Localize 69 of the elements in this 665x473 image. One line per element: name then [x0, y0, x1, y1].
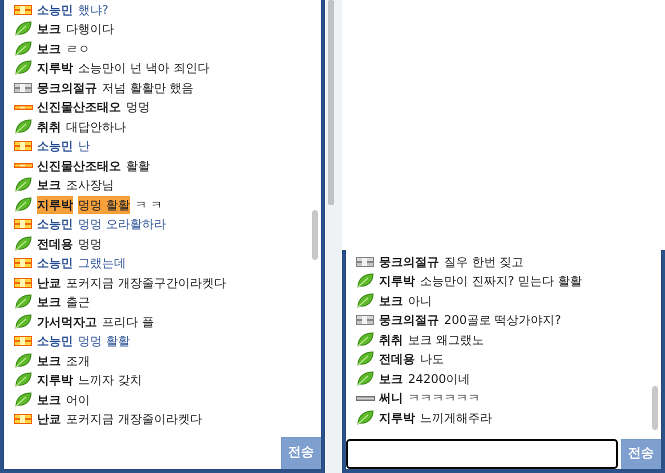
- sender-name: 보크: [37, 40, 61, 58]
- sender-name: 뭉크의절규: [379, 312, 439, 330]
- message-text: 멍멍 활활: [78, 333, 130, 350]
- sender-name: 써니: [379, 390, 403, 408]
- sender-name: 소능민: [37, 2, 73, 19]
- message-text: 출근: [66, 294, 90, 312]
- message-text: 어이: [66, 392, 90, 409]
- message-text: 조사장님: [66, 177, 114, 194]
- sender-name: 지루박: [379, 273, 415, 290]
- sender-name: 지루박: [37, 60, 73, 78]
- chat-input[interactable]: [346, 439, 618, 469]
- sender-name: 지루박: [37, 196, 73, 214]
- message-text: 느끼게해주라: [420, 410, 492, 427]
- message-text: 프리다 플: [102, 314, 154, 331]
- send-button[interactable]: 전송: [621, 439, 661, 469]
- sender-name: 취취: [379, 332, 403, 349]
- message-text: 했냐?: [78, 2, 108, 19]
- message-text: 멍멍: [78, 236, 102, 253]
- message-text: 그랬는데: [78, 255, 126, 272]
- message-text: 200골로 떡상가야지?: [444, 312, 562, 330]
- message-text: 아니: [408, 292, 432, 310]
- message-text: 포커지금 개장줄이라켓다: [66, 411, 202, 428]
- message-text: ㅋ ㅋ: [134, 196, 163, 214]
- message-text: 다행이다: [66, 21, 114, 38]
- sender-name: 난쿄: [37, 411, 61, 428]
- sender-name: 뭉크의절규: [37, 80, 97, 97]
- message-text: ㅋㅋㅋㅋㅋㅋ: [408, 390, 480, 408]
- sender-name: 신진물산조태오: [37, 99, 121, 116]
- sender-name: 보크: [379, 292, 403, 310]
- sender-name: 취취: [37, 118, 61, 136]
- sender-name: 보크: [37, 352, 61, 370]
- message-text: 질우 한번 짖고: [444, 254, 524, 271]
- message-text: 느끼자 갖치: [78, 372, 142, 390]
- message-text: 소능만이 넌 낵아 죄인다: [78, 60, 210, 78]
- message-text: 활활: [126, 158, 150, 175]
- sender-name: 보크: [37, 294, 61, 312]
- sender-name: 뭉크의절규: [379, 254, 439, 271]
- message-text: 멍멍: [126, 99, 150, 116]
- sender-name: 전데용: [379, 351, 415, 368]
- send-button[interactable]: 전송: [281, 437, 321, 469]
- sender-name: 신진물산조태오: [37, 158, 121, 175]
- sender-name: 보크: [37, 392, 61, 409]
- sender-name: 보크: [379, 370, 403, 388]
- message-text: ㄹㅇ: [66, 40, 90, 58]
- message-text: 대답안하나: [66, 118, 126, 136]
- sender-name: 보크: [37, 21, 61, 38]
- message-text: 포커지금 개장줄구간이라켓다: [66, 274, 226, 292]
- scroll-thumb[interactable]: [312, 210, 318, 260]
- scroll-thumb[interactable]: [652, 386, 658, 430]
- sender-name: 소능민: [37, 216, 73, 234]
- message-text: 조개: [66, 352, 90, 370]
- sender-name: 지루박: [379, 410, 415, 427]
- sender-name: 가서먹자고: [37, 314, 97, 331]
- message-text: 멍멍 오라활하라: [78, 216, 166, 234]
- sender-name: 소능민: [37, 255, 73, 272]
- sender-name: 보크: [37, 177, 61, 194]
- sender-name: 소능민: [37, 138, 73, 156]
- sender-name: 난쿄: [37, 274, 61, 292]
- message-text: 멍멍 활활: [78, 196, 130, 214]
- sender-name: 소능민: [37, 333, 73, 350]
- message-text: 소능만이 진짜지? 믿는다 활활: [420, 273, 582, 290]
- message-text: 보크 왜그랬노: [408, 332, 484, 349]
- scroll-thumb[interactable]: [328, 0, 334, 205]
- sender-name: 지루박: [37, 372, 73, 390]
- message-text: 24200이네: [408, 370, 470, 388]
- message-text: 저넘 활활만 했음: [102, 80, 194, 97]
- message-text: 난: [78, 138, 90, 156]
- message-text: 나도: [420, 351, 444, 368]
- sender-name: 전데용: [37, 236, 73, 253]
